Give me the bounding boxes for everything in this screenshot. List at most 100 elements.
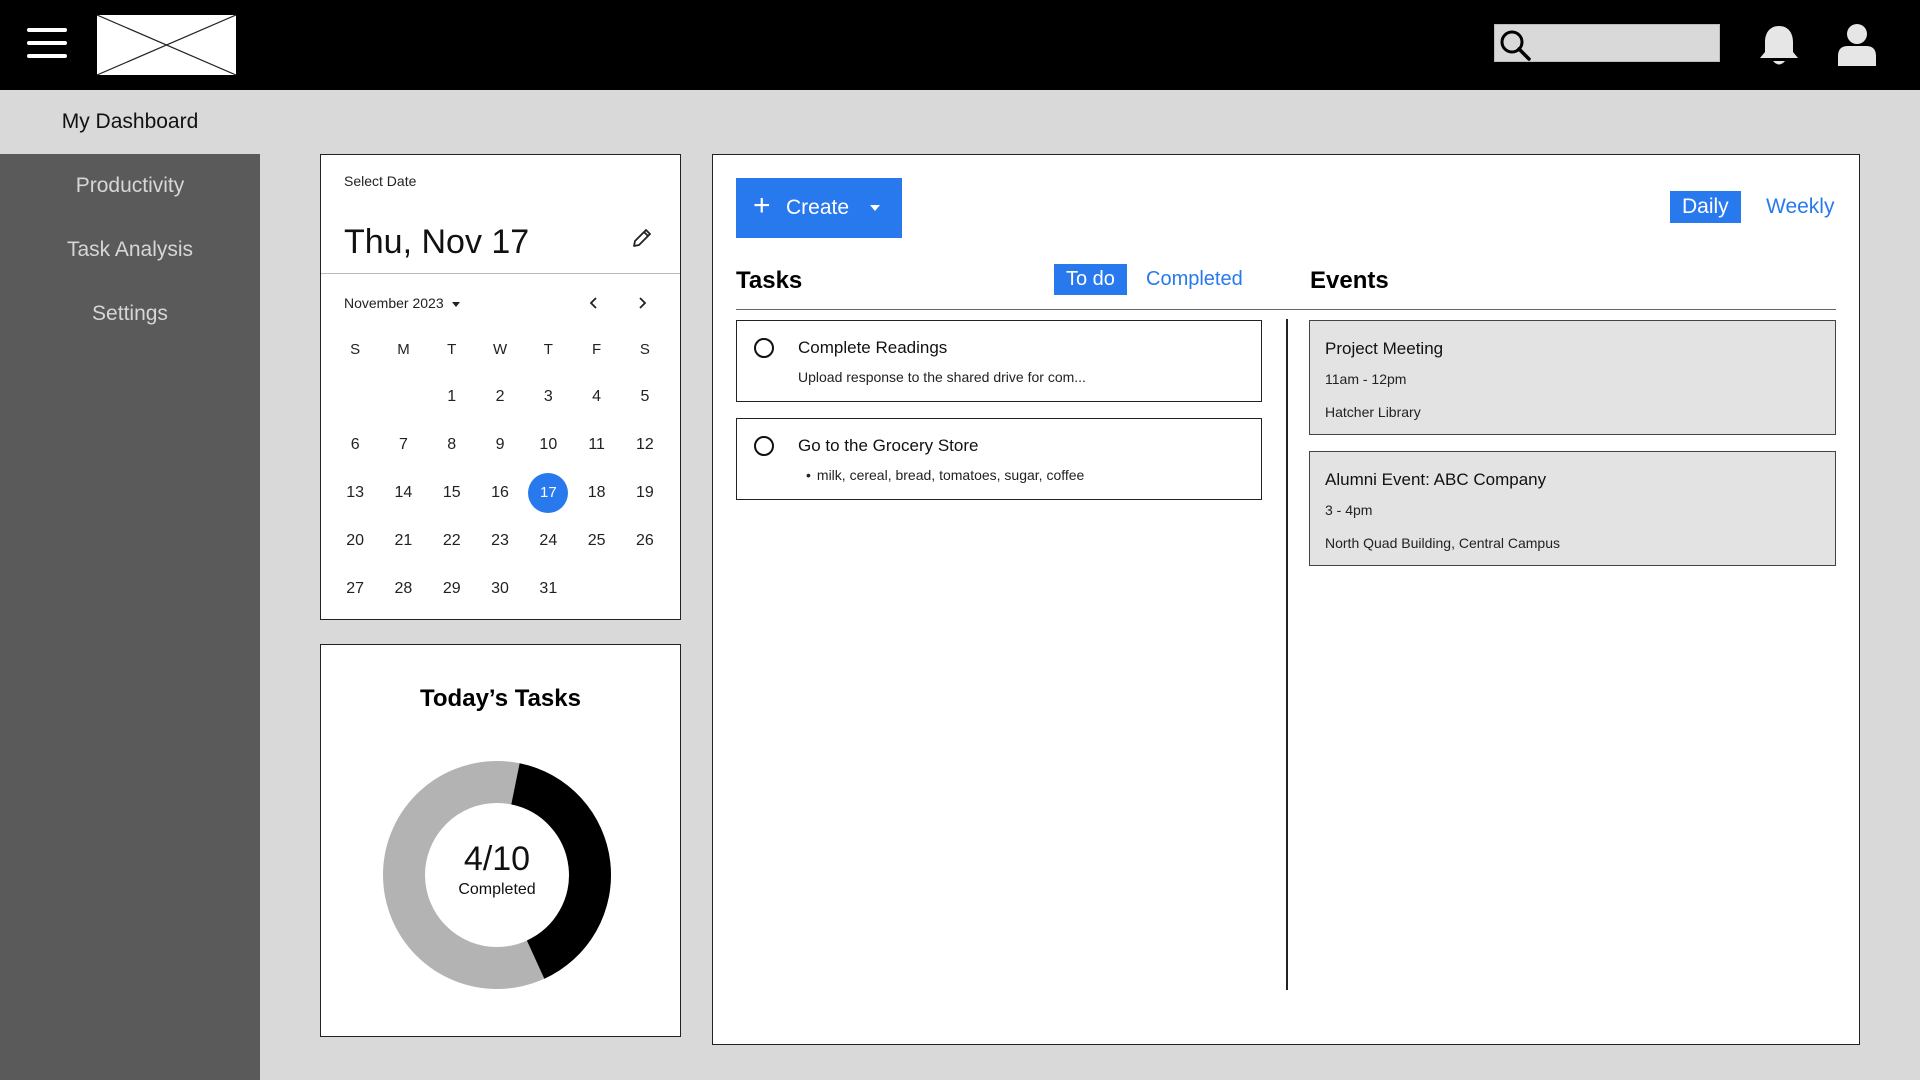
calendar-day[interactable]: 15 [432,473,472,513]
divider [321,273,680,274]
calendar-cell: 13 [331,473,379,513]
sidebar-item-settings[interactable]: Settings [0,302,260,326]
weekday-label: T [447,340,457,358]
pencil-icon[interactable] [631,227,653,249]
calendar-day[interactable]: 3 [528,377,568,417]
daily-toggle[interactable]: Daily [1670,191,1741,223]
calendar-day[interactable]: 21 [383,521,423,561]
task-description-text: milk, cereal, bread, tomatoes, sugar, co… [816,467,1085,483]
weekday-label: M [397,340,410,358]
tab-completed[interactable]: Completed [1134,264,1255,295]
calendar-day[interactable]: 28 [383,569,423,609]
calendar-day[interactable]: 16 [480,473,520,513]
calendar-day[interactable]: 25 [577,521,617,561]
sidebar-item-my-dashboard[interactable]: My Dashboard [0,110,260,134]
calendar-day-selected[interactable]: 17 [528,473,569,513]
column-divider [1286,319,1288,990]
calendar-day[interactable]: 10 [528,425,568,465]
calendar-grid: S M T W T F S 1 2 3 4 5 6 7 8 9 10 11 12 13 14 15 16 17 18 19 20 21… [331,325,671,613]
tab-to-do[interactable]: To do [1054,264,1127,295]
calendar-day[interactable]: 24 [528,521,568,561]
user-icon[interactable] [1836,22,1878,66]
calendar-day[interactable]: 7 [383,425,423,465]
task-card[interactable]: Go to the Grocery Store • milk, cereal, b… [736,418,1262,500]
calendar-cell: 8 [428,425,476,465]
month-label: November 2023 [344,295,444,311]
calendar-day[interactable]: 8 [432,425,472,465]
event-location: North Quad Building, Central Campus [1325,535,1561,551]
calendar-cell: 26 [621,521,669,561]
calendar-day[interactable]: 20 [335,521,375,561]
todays-tasks-card: Today’s Tasks 4/10 Completed [320,644,681,1037]
calendar-day[interactable]: 18 [577,473,617,513]
weekday-label: F [592,340,602,358]
month-dropdown[interactable]: November 2023 [344,295,460,311]
completed-ratio: 4/10 [463,840,531,878]
calendar-week-row: 20 21 22 23 24 25 26 [331,517,671,565]
calendar-cell: 23 [476,521,524,561]
top-bar [0,0,1920,90]
calendar-day[interactable]: 13 [335,473,375,513]
calendar-day[interactable]: 2 [480,377,520,417]
calendar-day[interactable]: 31 [528,569,568,609]
calendar-day[interactable]: 30 [480,569,520,609]
todays-tasks-title: Today’s Tasks [420,685,581,712]
event-location: Hatcher Library [1325,404,1421,420]
calendar-week-row: 13 14 15 16 17 18 19 [331,469,671,517]
calendar-day[interactable]: 23 [480,521,520,561]
calendar-cell: 5 [621,377,669,417]
calendar-day[interactable]: 6 [335,425,375,465]
bell-icon[interactable] [1757,22,1801,68]
calendar-cell: 4 [572,377,620,417]
calendar-cell: 9 [476,425,524,465]
events-heading: Events [1310,267,1389,294]
chevron-down-icon [451,301,460,307]
calendar-day[interactable]: 9 [480,425,520,465]
task-checkbox[interactable] [754,436,774,456]
create-button[interactable]: + Create [736,178,902,238]
chevron-right-icon[interactable] [632,293,652,313]
calendar-day[interactable]: 12 [625,425,665,465]
event-time: 11am - 12pm [1325,371,1407,387]
create-label: Create [786,196,850,219]
calendar-day[interactable]: 19 [625,473,665,513]
calendar-day[interactable]: 27 [335,569,375,609]
task-title: Go to the Grocery Store [798,436,979,455]
calendar-day[interactable]: 14 [383,473,423,513]
calendar-cell: 3 [524,377,572,417]
logo-placeholder [96,14,237,76]
calendar-day[interactable]: 4 [577,377,617,417]
task-checkbox[interactable] [754,338,774,358]
calendar-day[interactable]: 5 [625,377,665,417]
weekday-header-row: SMTWTFS [331,325,671,373]
calendar-cell: 30 [476,569,524,609]
calendar-day[interactable]: 11 [577,425,617,465]
weekday-label: S [639,340,650,358]
calendar-day[interactable]: 22 [432,521,472,561]
chevron-left-icon[interactable] [584,293,604,313]
calendar-cell: 21 [379,521,427,561]
calendar-cell: 18 [572,473,620,513]
hamburger-icon[interactable] [27,28,67,58]
sidebar: Productivity Task Analysis Settings [0,154,260,1080]
sidebar-item-productivity[interactable]: Productivity [0,174,260,198]
calendar-day[interactable]: 26 [625,521,665,561]
chevron-down-icon [870,205,880,211]
sidebar-item-task-analysis[interactable]: Task Analysis [0,238,260,262]
calendar-day[interactable]: 29 [432,569,472,609]
selected-date: Thu, Nov 17 [344,223,530,261]
weekly-toggle[interactable]: Weekly [1754,191,1846,223]
event-card[interactable]: Alumni Event: ABC Company 3 - 4pm North … [1309,451,1836,566]
calendar-cell: 29 [428,569,476,609]
event-time: 3 - 4pm [1325,502,1373,518]
plus-icon: + [753,189,771,222]
calendar-cell: 19 [621,473,669,513]
main-panel: + Create Daily Weekly Tasks To do Comple… [712,154,1860,1045]
event-card[interactable]: Project Meeting 11am - 12pm Hatcher Libr… [1309,320,1836,435]
task-card[interactable]: Complete Readings Upload response to the… [736,320,1262,402]
search-input[interactable] [1494,24,1720,62]
calendar-cell: 10 [524,425,572,465]
calendar-cell: 17 [524,473,572,513]
calendar-day[interactable]: 1 [432,377,472,417]
bullet-icon: • [806,467,811,483]
